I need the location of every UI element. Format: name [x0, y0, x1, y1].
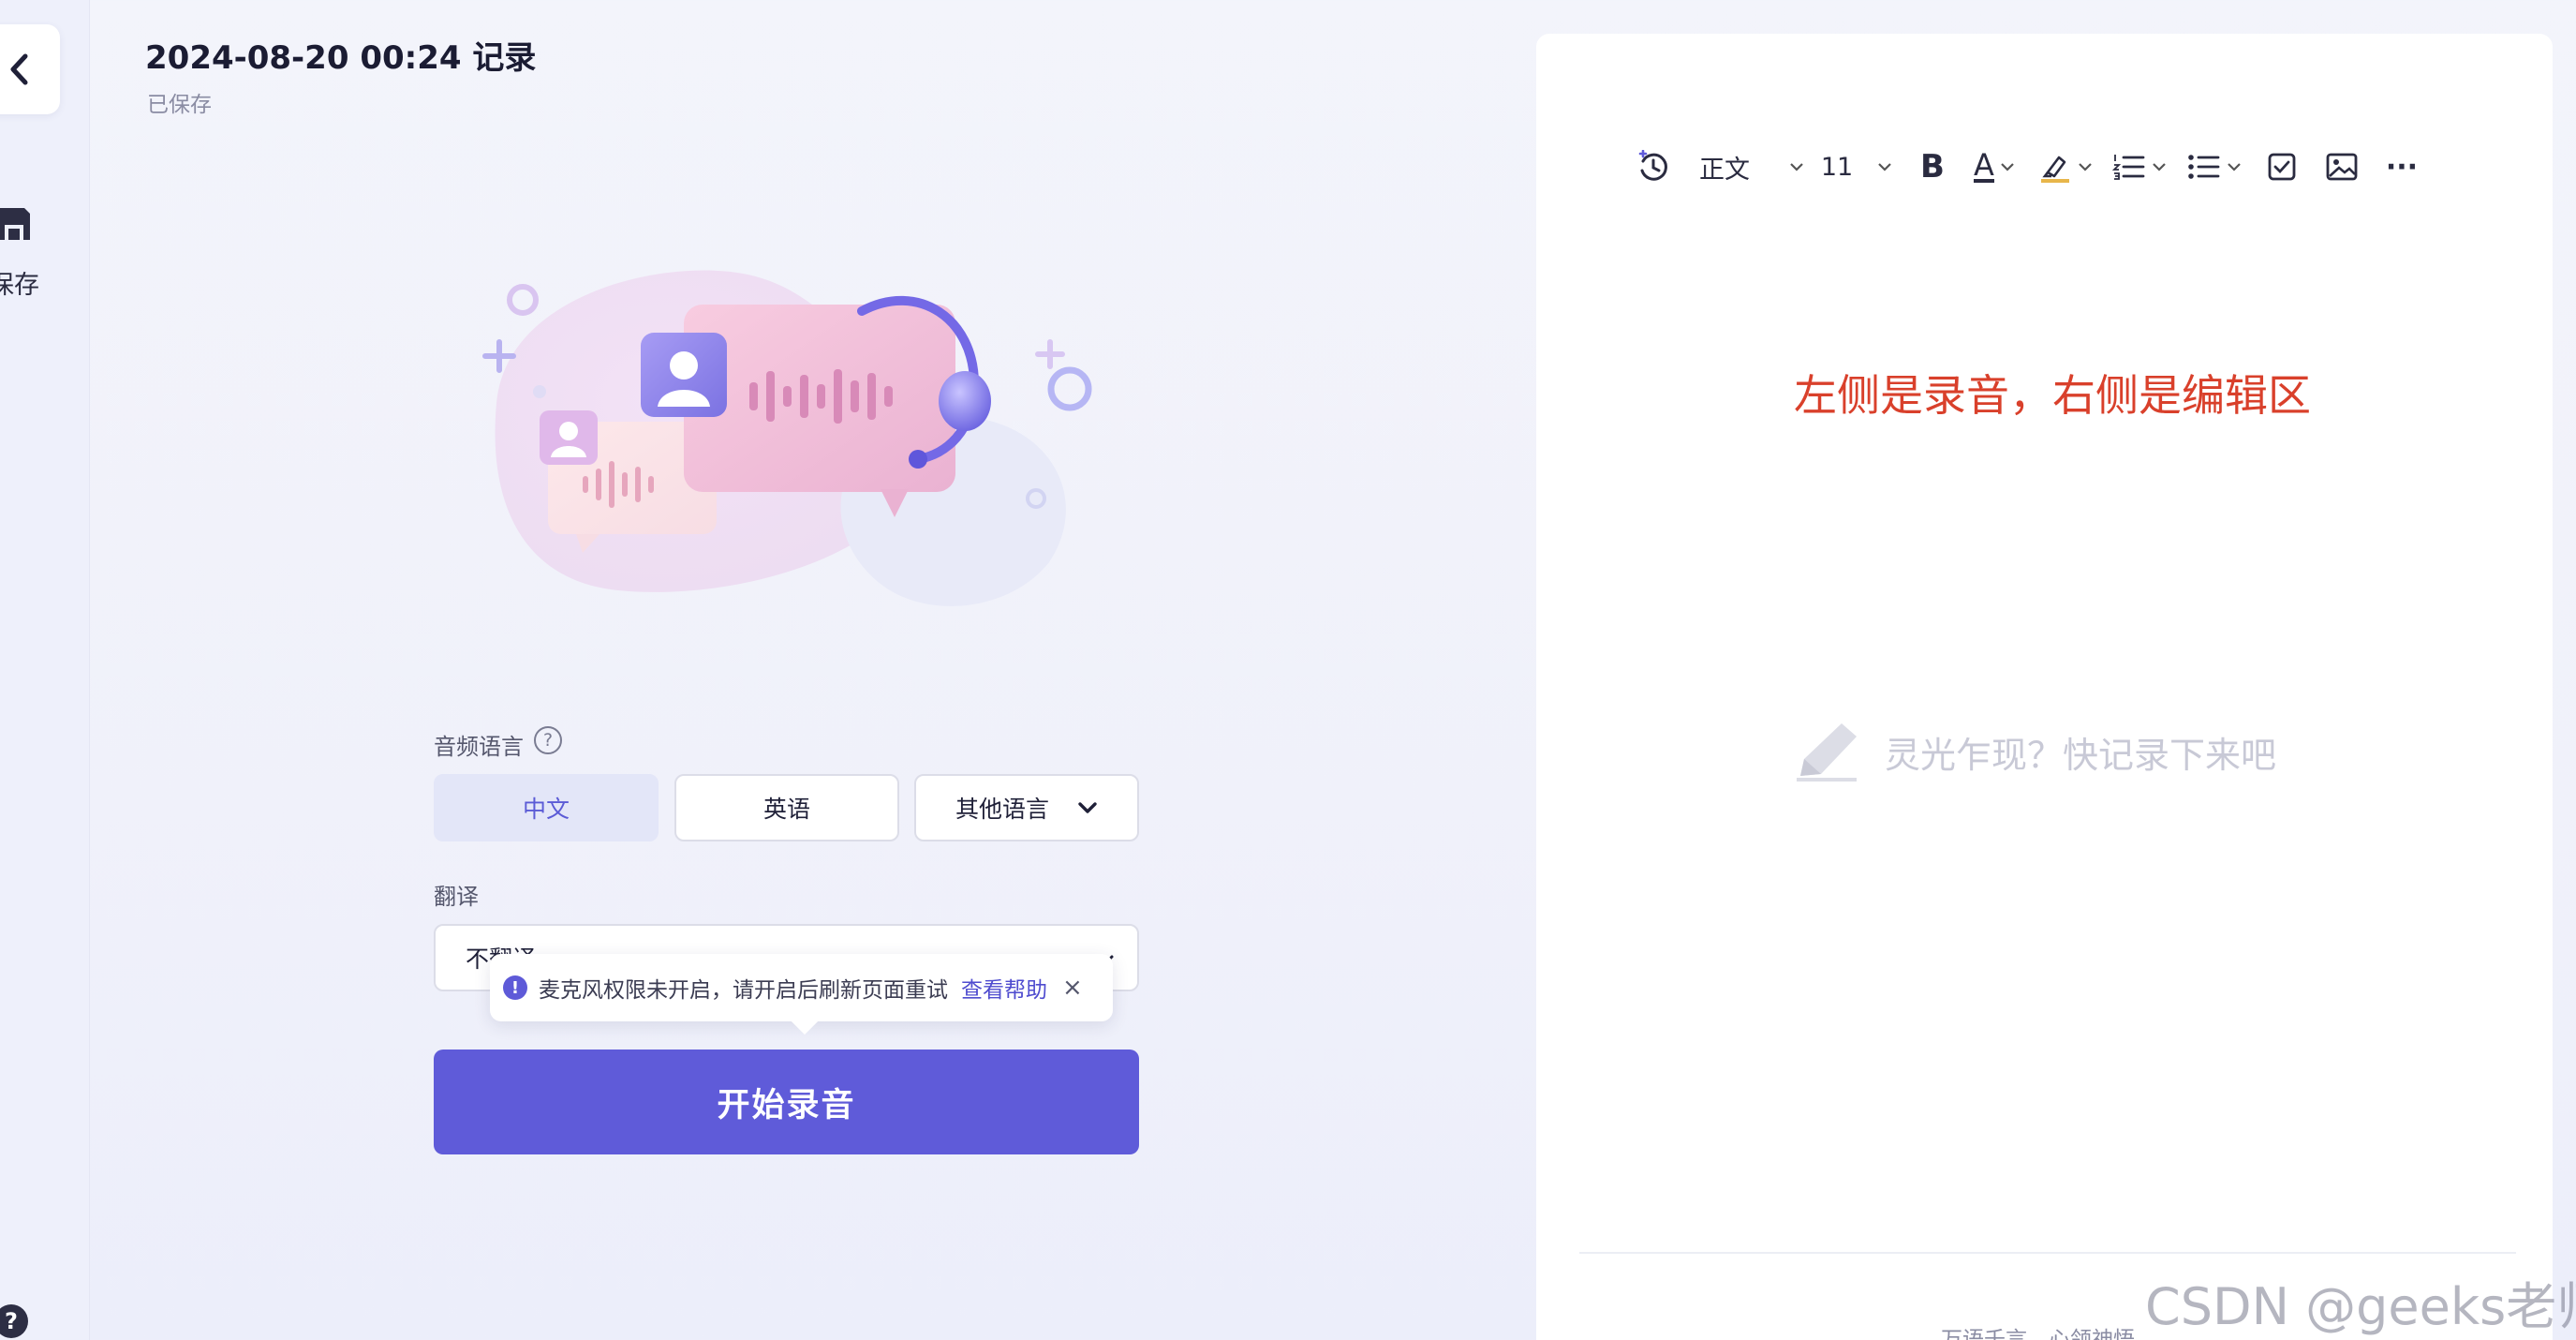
toast-message: 麦克风权限未开启，请开启后刷新页面重试	[539, 978, 948, 1003]
audio-language-label: 音频语言	[434, 734, 524, 760]
placeholder-text: 灵光乍现？快记录下来吧	[1885, 734, 2277, 776]
paragraph-style-dropdown[interactable]: 正文	[1686, 141, 1808, 193]
back-button[interactable]	[0, 24, 60, 114]
page-title[interactable]: 2024-08-20 00:24 记录	[145, 32, 536, 78]
checkbox-icon	[2268, 153, 2296, 181]
language-option-label: 中文	[522, 796, 570, 823]
font-color-icon: A	[1974, 147, 1994, 183]
save-label[interactable]: 保存	[0, 264, 39, 301]
pen-icon	[1797, 723, 1857, 782]
chevron-left-icon	[10, 53, 28, 85]
insert-image-button[interactable]	[2312, 141, 2372, 193]
close-icon[interactable]: ×	[1062, 974, 1083, 1002]
left-rail: 保存 ?	[0, 0, 90, 1340]
question-icon[interactable]: ?	[0, 1304, 28, 1338]
editor-placeholder[interactable]: 灵光乍现？快记录下来吧	[1791, 718, 2276, 785]
annotation-text: 左侧是录音，右侧是编辑区	[1794, 370, 2311, 421]
language-option-label: 英语	[762, 796, 810, 823]
font-color-dropdown[interactable]: A	[1960, 141, 2029, 193]
editor-panel: 正文 11 B A ··· 左侧是录音，右侧是编辑区 灵光乍现？快记录下来吧 万…	[1536, 34, 2553, 1340]
language-option-other-dropdown[interactable]: 其他语言	[914, 774, 1139, 841]
task-list-button[interactable]	[2252, 141, 2312, 193]
view-help-link[interactable]: 查看帮助	[961, 972, 1047, 1004]
ordered-list-icon	[2112, 155, 2145, 180]
mic-permission-toast: ! 麦克风权限未开启，请开启后刷新页面重试 查看帮助 ×	[490, 954, 1113, 1021]
highlight-dropdown[interactable]	[2029, 141, 2102, 193]
start-recording-button[interactable]: 开始录音	[434, 1050, 1139, 1154]
ordered-list-dropdown[interactable]	[2102, 141, 2177, 193]
editor-toolbar: 正文 11 B A ···	[1621, 131, 2432, 202]
chevron-down-icon	[1078, 802, 1097, 813]
recording-illustration	[482, 270, 1092, 606]
history-icon	[1638, 150, 1667, 181]
watermark: CSDN @geeks老师	[2145, 1277, 2576, 1336]
bullet-list-icon	[2188, 155, 2220, 179]
paragraph-style-value: 正文	[1699, 155, 1750, 185]
chevron-down-icon	[2153, 163, 2166, 171]
chevron-down-icon	[1878, 163, 1891, 171]
image-icon	[2326, 153, 2358, 181]
highlighter-icon	[2041, 156, 2069, 183]
font-size-dropdown[interactable]: 11	[1808, 141, 1905, 193]
bullet-list-dropdown[interactable]	[2177, 141, 2252, 193]
bold-button[interactable]: B	[1905, 141, 1960, 193]
save-status: 已保存	[147, 93, 212, 117]
warning-icon: !	[503, 975, 527, 1000]
chevron-down-icon	[2228, 163, 2241, 171]
chevron-down-icon	[2001, 163, 2014, 171]
history-button[interactable]	[1621, 141, 1686, 193]
chevron-down-icon	[2079, 163, 2092, 171]
question-icon[interactable]: ?	[534, 726, 562, 754]
language-option-chinese[interactable]: 中文	[434, 774, 659, 841]
slogan-text: 万语千言，心领神悟	[1941, 1328, 2135, 1340]
editor-divider	[1579, 1252, 2516, 1254]
translation-label: 翻译	[434, 884, 479, 910]
language-option-label: 其他语言	[955, 796, 1049, 823]
more-button[interactable]: ···	[2372, 141, 2432, 193]
chevron-down-icon	[1790, 163, 1803, 171]
language-option-english[interactable]: 英语	[674, 774, 899, 841]
font-size-value: 11	[1820, 152, 1854, 182]
floppy-icon[interactable]	[0, 204, 34, 244]
